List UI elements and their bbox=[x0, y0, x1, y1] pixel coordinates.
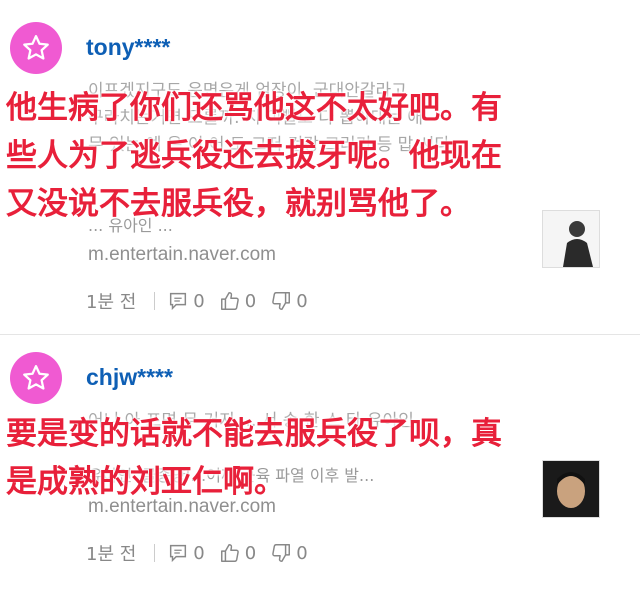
reply-button[interactable]: 0 bbox=[167, 542, 205, 564]
reply-icon bbox=[170, 292, 187, 311]
caption-line: 是成熟的刘亚仁啊。 bbox=[6, 464, 285, 500]
link-thumbnail[interactable] bbox=[542, 210, 600, 268]
comment-meta: 1분 전 0 0 0 bbox=[86, 538, 322, 568]
caption-line: 些人为了逃兵役还去拔牙呢。他现在 bbox=[6, 138, 502, 174]
like-button[interactable]: 0 bbox=[219, 290, 256, 312]
comment-card: tony**** 이프겠지구도 운면은게 엄장이, 군대안갈라고 구라치는거면 … bbox=[0, 0, 640, 330]
dislike-count: 0 bbox=[296, 290, 308, 312]
thumbs-up-icon bbox=[220, 292, 239, 310]
reply-button[interactable]: 0 bbox=[167, 290, 205, 312]
like-count: 0 bbox=[244, 542, 257, 564]
caption-overlay: 要是变的话就不能去服兵役了呗，真 是成熟的刘亚仁啊。 bbox=[6, 410, 502, 506]
username[interactable]: chjw**** bbox=[86, 364, 173, 391]
like-count: 0 bbox=[244, 290, 257, 312]
avatar[interactable] bbox=[10, 352, 62, 404]
avatar[interactable] bbox=[10, 22, 62, 74]
reply-count: 0 bbox=[193, 290, 205, 312]
dislike-button[interactable]: 0 bbox=[270, 542, 308, 564]
link-thumbnail[interactable] bbox=[542, 460, 600, 518]
thumbs-up-icon bbox=[220, 544, 239, 562]
thumbnail-image bbox=[543, 461, 599, 517]
dislike-button[interactable]: 0 bbox=[270, 290, 308, 312]
divider bbox=[154, 292, 156, 310]
thumbnail-image bbox=[543, 211, 599, 267]
timestamp: 1분 전 bbox=[86, 292, 137, 313]
caption-overlay: 他生病了你们还骂他这不太好吧。有 些人为了逃兵役还去拔牙呢。他现在 又没说不去服… bbox=[6, 84, 502, 228]
link-source[interactable]: m.entertain.naver.com bbox=[88, 244, 276, 266]
caption-line: 要是变的话就不能去服兵役了呗，真 bbox=[6, 416, 502, 452]
divider bbox=[154, 544, 156, 562]
reply-icon bbox=[170, 544, 187, 563]
dislike-count: 0 bbox=[296, 542, 308, 564]
comment-meta: 1분 전 0 0 0 bbox=[86, 286, 322, 316]
timestamp: 1분 전 bbox=[86, 544, 137, 565]
comment-card: chjw**** 어니 아 프면 무 거지 ... 서 송 한 스 타 유아인 … bbox=[0, 340, 640, 589]
thumbs-down-icon bbox=[272, 544, 291, 562]
star-icon bbox=[23, 365, 49, 390]
caption-line: 他生病了你们还骂他这不太好吧。有 bbox=[6, 90, 502, 126]
reply-count: 0 bbox=[193, 542, 205, 564]
star-icon bbox=[23, 35, 49, 60]
username[interactable]: tony**** bbox=[86, 34, 170, 61]
thumbs-down-icon bbox=[272, 292, 291, 310]
like-button[interactable]: 0 bbox=[219, 542, 256, 564]
caption-line: 又没说不去服兵役，就别骂他了。 bbox=[6, 186, 471, 222]
comment-divider bbox=[0, 334, 640, 335]
